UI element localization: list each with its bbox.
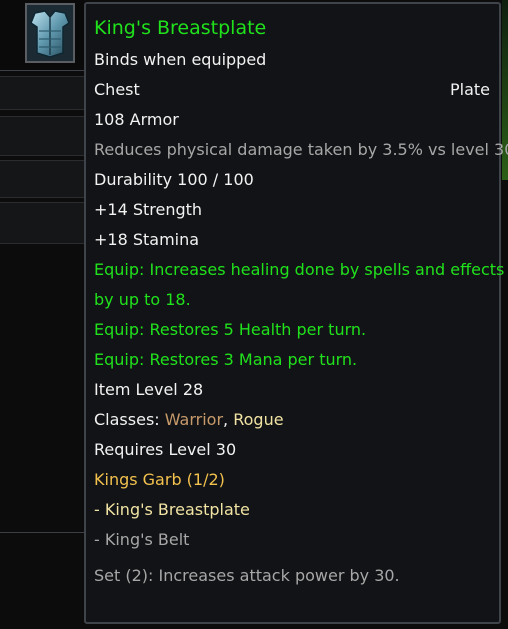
item-name: King's Breastplate — [94, 17, 267, 39]
bind-type: Binds when equipped — [94, 50, 267, 69]
set-item-owned: - King's Breastplate — [94, 500, 250, 519]
item-level: Item Level 28 — [94, 380, 204, 399]
stat-stamina: +18 Stamina — [94, 230, 200, 249]
background-panel — [0, 116, 84, 156]
classes-separator: , — [223, 410, 234, 429]
background-panel — [0, 76, 84, 110]
set-bonus: Set (2): Increases attack power by 30. — [94, 566, 400, 585]
stat-strength: +14 Strength — [94, 200, 203, 219]
classes: Classes: Warrior, Rogue — [94, 410, 284, 430]
armor-value: 108 Armor — [94, 110, 179, 129]
class-warrior: Warrior — [164, 410, 224, 429]
equip-effect-healing: Equip: Increases healing done by spells … — [94, 260, 505, 279]
background-divider — [0, 70, 84, 71]
background-divider — [0, 532, 84, 533]
background-panel — [0, 160, 84, 198]
item-slot: Chest — [94, 80, 140, 99]
item-tooltip: King's Breastplate Binds when equipped C… — [84, 2, 508, 624]
classes-label: Classes: — [94, 410, 165, 429]
set-name: Kings Garb (1/2) — [94, 470, 225, 489]
set-item-missing: - King's Belt — [94, 530, 190, 549]
armor-type: Plate — [449, 80, 490, 99]
equip-effect-health: Equip: Restores 5 Health per turn. — [94, 320, 367, 339]
class-rogue: Rogue — [233, 410, 284, 429]
armor-effect: Reduces physical damage taken by 3.5% vs… — [94, 140, 508, 159]
required-level: Requires Level 30 — [94, 440, 237, 459]
equip-effect-healing-cont: by up to 18. — [94, 290, 191, 309]
breastplate-icon[interactable] — [25, 3, 75, 63]
background-panel — [0, 202, 84, 244]
durability: Durability 100 / 100 — [94, 170, 254, 189]
equip-effect-mana: Equip: Restores 3 Mana per turn. — [94, 350, 358, 369]
